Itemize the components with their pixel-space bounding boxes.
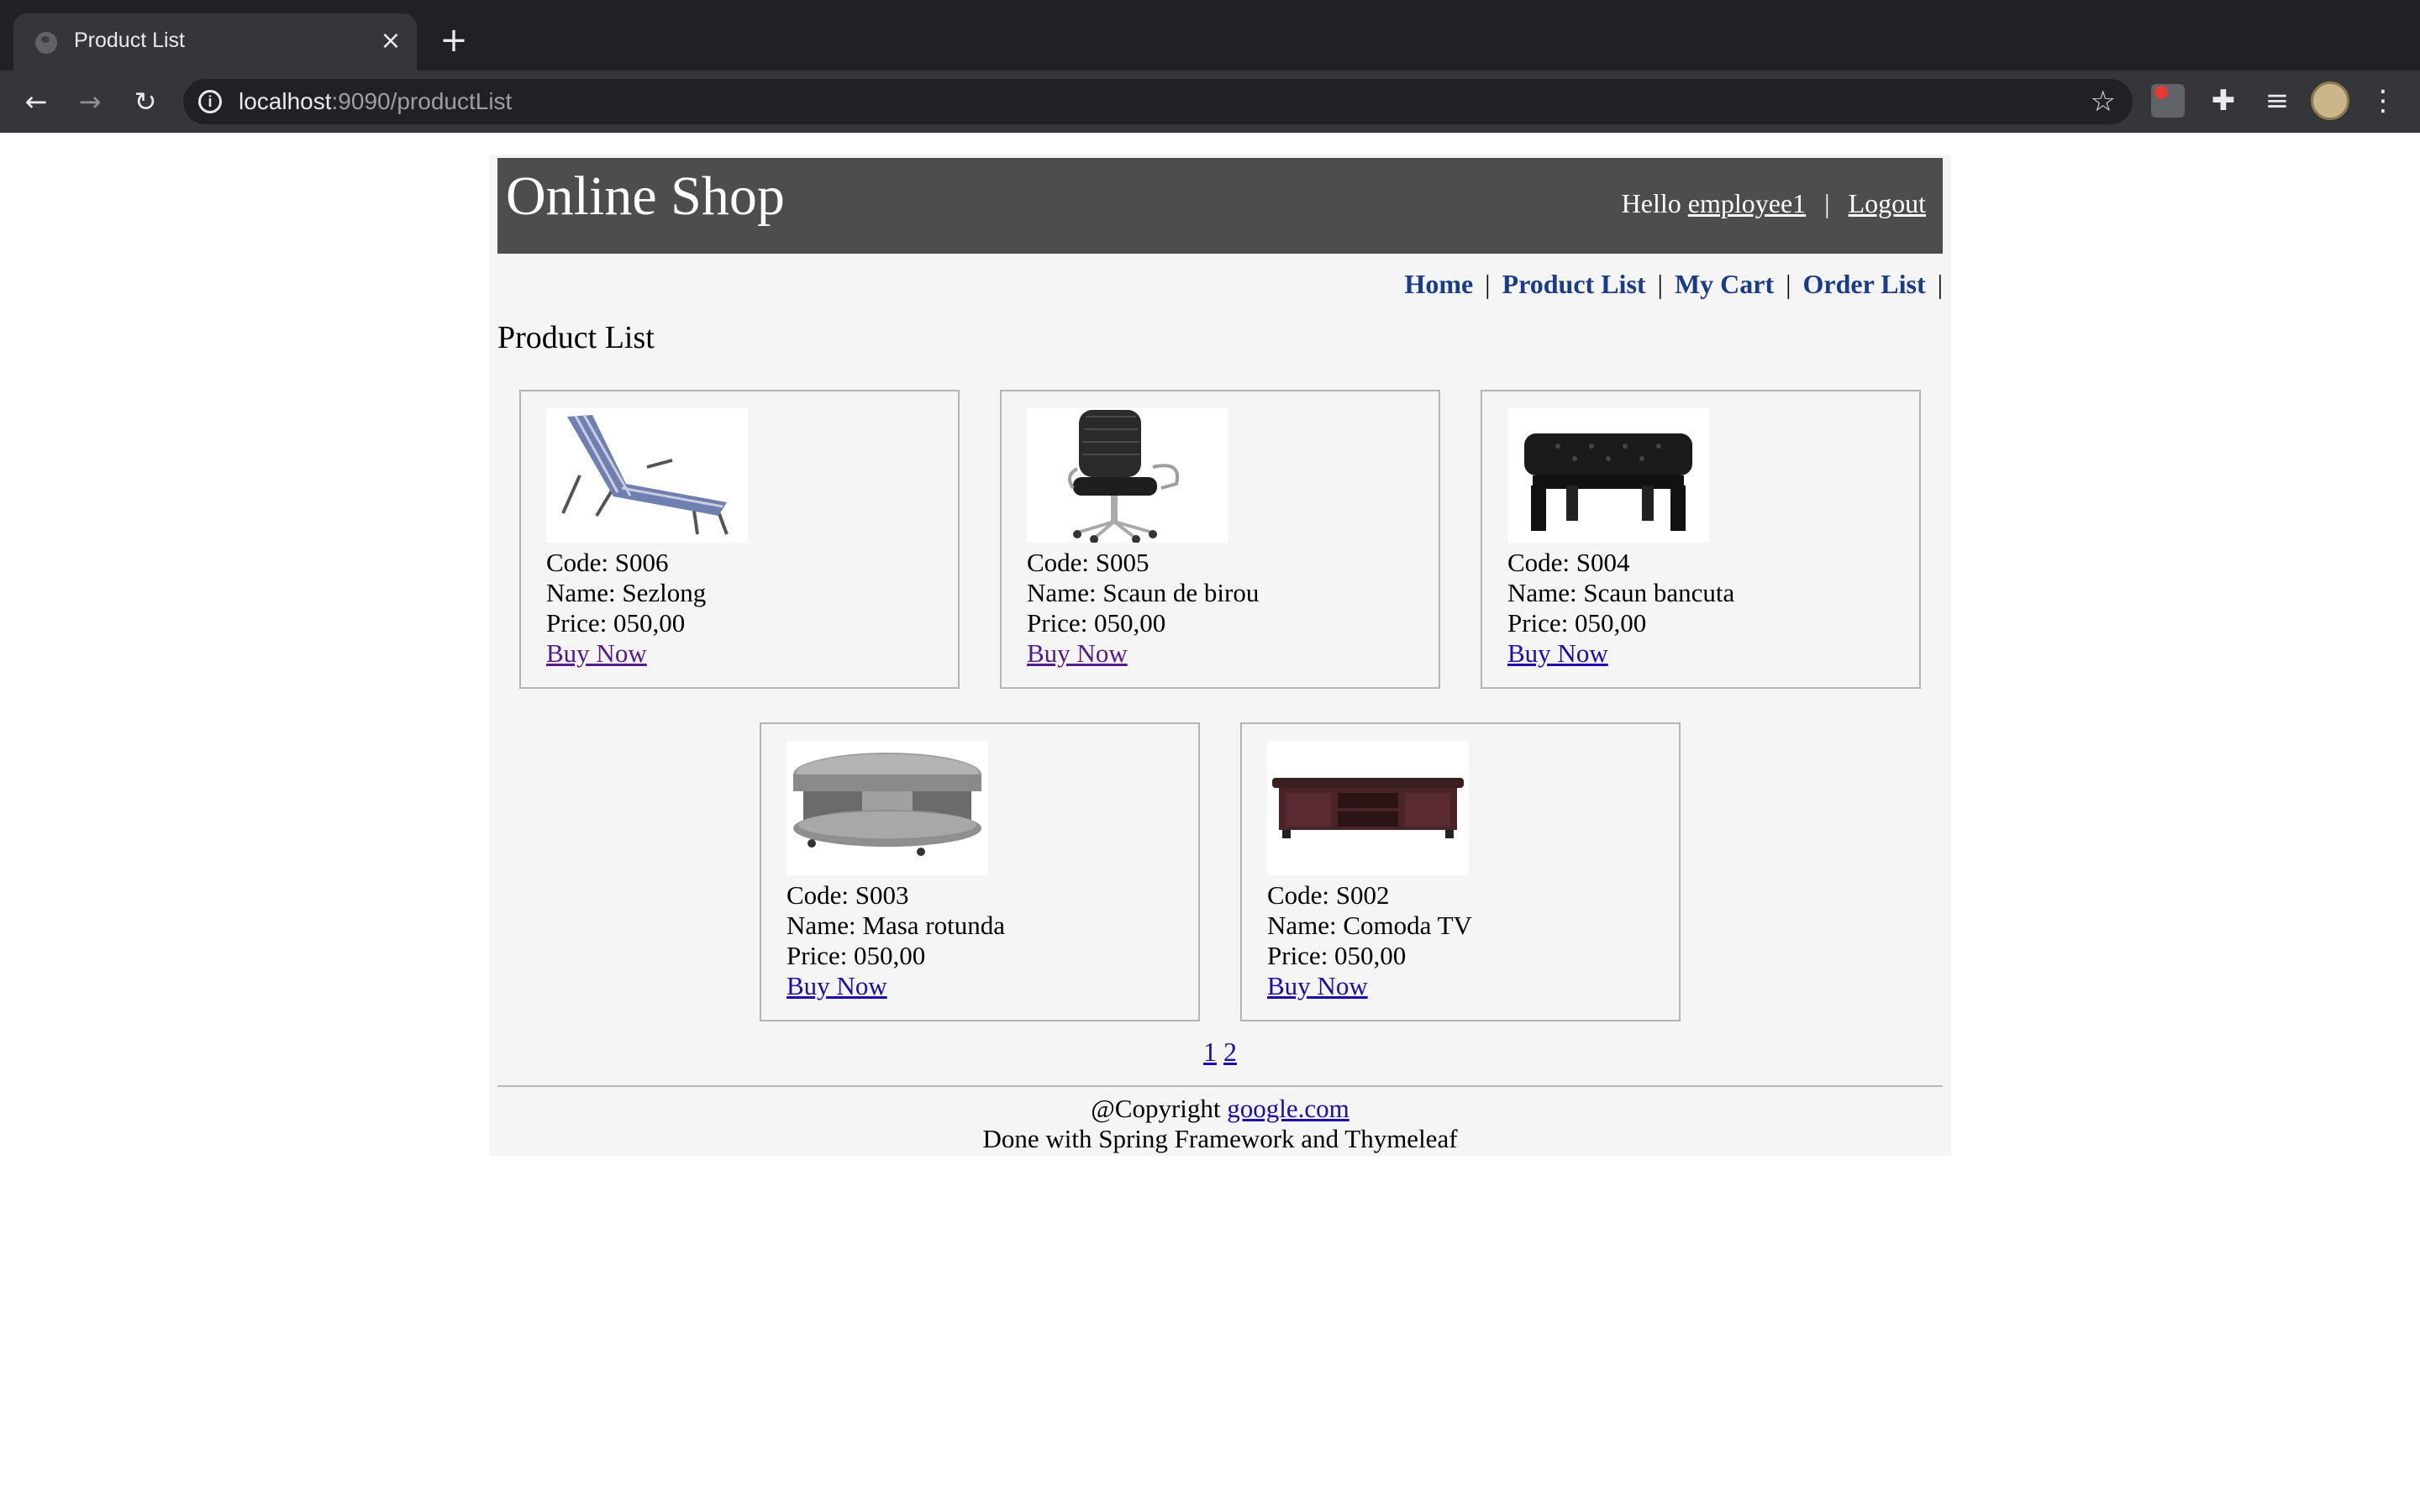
browser-toolbar: ← → ↻ i localhost:9090/productList ☆ xyxy=(0,71,2420,133)
close-icon[interactable]: × xyxy=(375,25,407,57)
buy-now-link[interactable]: Buy Now xyxy=(1027,638,1128,668)
product-price: Price: 050,00 xyxy=(786,941,926,970)
product-code: Code: S003 xyxy=(786,880,909,910)
page-link-1[interactable]: 1 xyxy=(1203,1037,1217,1067)
product-card: Code: S006 Name: Sezlong Price: 050,00 B… xyxy=(519,390,960,689)
tab-title: Product List xyxy=(74,29,186,52)
product-name: Name: Scaun bancuta xyxy=(1507,578,1735,607)
product-name: Name: Comoda TV xyxy=(1267,911,1472,940)
main-menu: Home | Product List | My Cart | Order List | xyxy=(1392,269,1943,300)
product-details: Code: S003 Name: Masa rotunda Price: 050… xyxy=(786,880,1005,1001)
product-name: Name: Masa rotunda xyxy=(786,911,1005,940)
browser-tab[interactable]: Product List × xyxy=(13,13,417,71)
greeting-text: Hello xyxy=(1621,188,1681,218)
product-image-office-chair xyxy=(1027,408,1228,543)
buy-now-link[interactable]: Buy Now xyxy=(786,971,887,1000)
buy-now-link[interactable]: Buy Now xyxy=(1267,971,1368,1000)
product-image-bench xyxy=(1507,408,1709,543)
site-header: Online Shop Hello employee1 | Logout xyxy=(497,158,1943,254)
media-queue-icon[interactable]: ≡ xyxy=(2260,84,2294,118)
product-code: Code: S004 xyxy=(1507,548,1630,577)
menu-separator: | xyxy=(1485,269,1491,299)
product-image-tv-stand xyxy=(1267,741,1469,875)
profile-avatar[interactable] xyxy=(2311,81,2349,120)
product-details: Code: S004 Name: Scaun bancuta Price: 05… xyxy=(1507,548,1734,669)
browser-chrome: Product List × + ← → ↻ i localhost:9090/… xyxy=(0,0,2420,133)
menu-product-list-link[interactable]: Product List xyxy=(1502,269,1646,299)
globe-icon xyxy=(35,32,57,54)
product-price: Price: 050,00 xyxy=(1507,608,1647,638)
url-text: localhost:9090/productList xyxy=(239,88,513,114)
user-separator: | xyxy=(1824,188,1830,218)
menu-separator: | xyxy=(1657,269,1663,299)
address-bar[interactable]: i localhost:9090/productList ☆ xyxy=(183,79,2133,124)
pagination: 12 xyxy=(489,1037,1951,1068)
extensions-puzzle-icon[interactable]: ✚ xyxy=(2207,84,2240,118)
product-card: Code: S003 Name: Masa rotunda Price: 050… xyxy=(760,722,1200,1021)
menu-my-cart-link[interactable]: My Cart xyxy=(1675,269,1774,299)
product-name: Name: Scaun de birou xyxy=(1027,578,1260,607)
forward-button[interactable]: → xyxy=(71,82,109,121)
product-name: Name: Sezlong xyxy=(546,578,707,607)
browser-menu-icon[interactable]: ⋮ xyxy=(2368,82,2398,119)
site-footer: @Copyright google.com Done with Spring F… xyxy=(489,1094,1951,1154)
bookmark-star-icon[interactable]: ☆ xyxy=(2091,84,2116,119)
menu-home-link[interactable]: Home xyxy=(1404,269,1473,299)
menu-separator: | xyxy=(1786,269,1791,299)
back-button[interactable]: ← xyxy=(17,82,55,121)
new-tab-button[interactable]: + xyxy=(437,24,471,57)
copyright-text: @Copyright xyxy=(1091,1094,1221,1123)
buy-now-link[interactable]: Buy Now xyxy=(1507,638,1608,668)
buy-now-link[interactable]: Buy Now xyxy=(546,638,647,668)
product-details: Code: S006 Name: Sezlong Price: 050,00 B… xyxy=(546,548,706,669)
product-card: Code: S005 Name: Scaun de birou Price: 0… xyxy=(1000,390,1440,689)
page-link-2[interactable]: 2 xyxy=(1223,1037,1237,1067)
menu-order-list-link[interactable]: Order List xyxy=(1803,269,1926,299)
product-card: Code: S002 Name: Comoda TV Price: 050,00… xyxy=(1240,722,1681,1021)
username-link[interactable]: employee1 xyxy=(1688,188,1806,218)
footer-divider xyxy=(497,1085,1943,1087)
site-title: Online Shop xyxy=(506,165,785,227)
product-price: Price: 050,00 xyxy=(1267,941,1407,970)
page-title: Product List xyxy=(497,320,655,355)
product-image-round-table xyxy=(786,741,988,875)
copyright-link[interactable]: google.com xyxy=(1227,1094,1349,1123)
logout-link[interactable]: Logout xyxy=(1849,188,1926,218)
tab-strip: Product List × + xyxy=(0,0,2420,71)
product-code: Code: S006 xyxy=(546,548,669,577)
product-code: Code: S005 xyxy=(1027,548,1150,577)
product-details: Code: S005 Name: Scaun de birou Price: 0… xyxy=(1027,548,1259,669)
info-icon[interactable]: i xyxy=(198,90,222,113)
extension-badge-icon[interactable] xyxy=(2151,84,2185,118)
product-card: Code: S004 Name: Scaun bancuta Price: 05… xyxy=(1481,390,1921,689)
product-price: Price: 050,00 xyxy=(1027,608,1166,638)
page-container: Online Shop Hello employee1 | Logout Hom… xyxy=(489,155,1951,1156)
credits-text: Done with Spring Framework and Thymeleaf xyxy=(982,1124,1458,1153)
menu-separator: | xyxy=(1937,269,1943,299)
product-price: Price: 050,00 xyxy=(546,608,686,638)
product-code: Code: S002 xyxy=(1267,880,1390,910)
reload-button[interactable]: ↻ xyxy=(126,82,165,121)
product-image-sezlong xyxy=(546,408,748,543)
user-area: Hello employee1 | Logout xyxy=(1622,188,1926,219)
product-details: Code: S002 Name: Comoda TV Price: 050,00… xyxy=(1267,880,1472,1001)
